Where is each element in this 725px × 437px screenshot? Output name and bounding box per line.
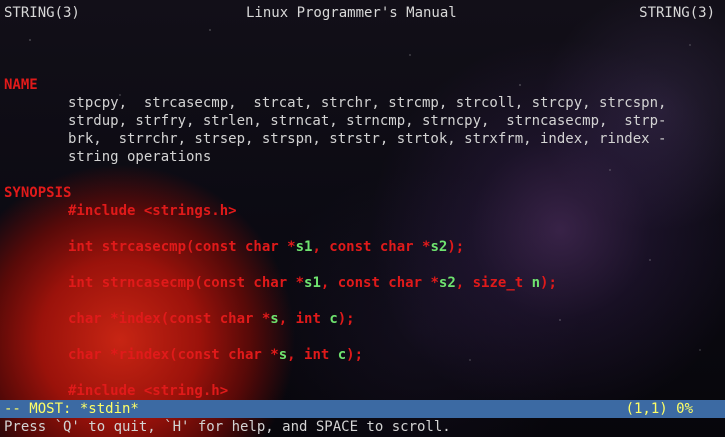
- code-text: #include <strings.h>: [68, 203, 237, 219]
- code-text: );: [447, 239, 465, 255]
- code-text: , int: [278, 311, 330, 327]
- code-text: );: [346, 347, 364, 363]
- synopsis-line: int strncasecmp(const char *s1, const ch…: [4, 274, 557, 292]
- code-parameter: n: [531, 275, 541, 291]
- code-parameter: s: [270, 311, 279, 327]
- manpage-screen: STRING(3) Linux Programmer's Manual STRI…: [0, 0, 725, 437]
- code-text: , const char *: [320, 275, 439, 291]
- code-parameter: s1: [304, 275, 321, 291]
- synopsis-line: char *index(const char *s, int c);: [4, 310, 355, 328]
- synopsis-line: #include <strings.h>: [4, 202, 237, 220]
- synopsis-line: #include <string.h>: [4, 382, 228, 400]
- terminal-window: STRING(3) Linux Programmer's Manual STRI…: [0, 0, 725, 437]
- synopsis-line: char *rindex(const char *s, int c);: [4, 346, 363, 364]
- name-line: strdup, strfry, strlen, strncat, strncmp…: [68, 113, 667, 129]
- code-text: , const char *: [312, 239, 431, 255]
- code-text: #include <string.h>: [68, 383, 229, 399]
- status-bar-position: (1,1) 0%: [625, 401, 693, 417]
- manpage-header-left: STRING(3): [4, 5, 80, 21]
- code-text: char *rindex(const char *: [68, 347, 279, 363]
- manpage-header-title: Linux Programmer's Manual: [246, 5, 457, 21]
- code-text: );: [540, 275, 557, 291]
- name-line: stpcpy, strcasecmp, strcat, strchr, strc…: [68, 95, 667, 111]
- name-line: string operations: [68, 149, 212, 165]
- code-text: );: [337, 311, 355, 327]
- code-parameter: s2: [438, 275, 456, 291]
- code-parameter: c: [337, 347, 347, 363]
- code-parameter: s: [278, 347, 288, 363]
- code-parameter: s2: [430, 239, 448, 255]
- code-text: char *index(const char *: [68, 311, 271, 327]
- section-heading-name: NAME: [4, 77, 38, 93]
- section-heading-synopsis: SYNOPSIS: [4, 185, 72, 201]
- status-bar: -- MOST: *stdin* (1,1) 0%: [0, 400, 725, 418]
- status-bar-buffer: -- MOST: *stdin*: [4, 401, 139, 417]
- code-text: int strcasecmp(const char *: [68, 239, 296, 255]
- message-line: Press `Q' to quit, `H' for help, and SPA…: [4, 419, 451, 435]
- code-text: int strncasecmp(const char *: [68, 275, 305, 291]
- code-text: , size_t: [455, 275, 532, 291]
- name-line: brk, strrchr, strsep, strspn, strstr, st…: [68, 131, 667, 147]
- code-text: , int: [287, 347, 338, 363]
- code-parameter: c: [329, 311, 338, 327]
- manpage-header-right: STRING(3): [639, 5, 715, 21]
- synopsis-line: int strcasecmp(const char *s1, const cha…: [4, 238, 464, 256]
- code-parameter: s1: [295, 239, 313, 255]
